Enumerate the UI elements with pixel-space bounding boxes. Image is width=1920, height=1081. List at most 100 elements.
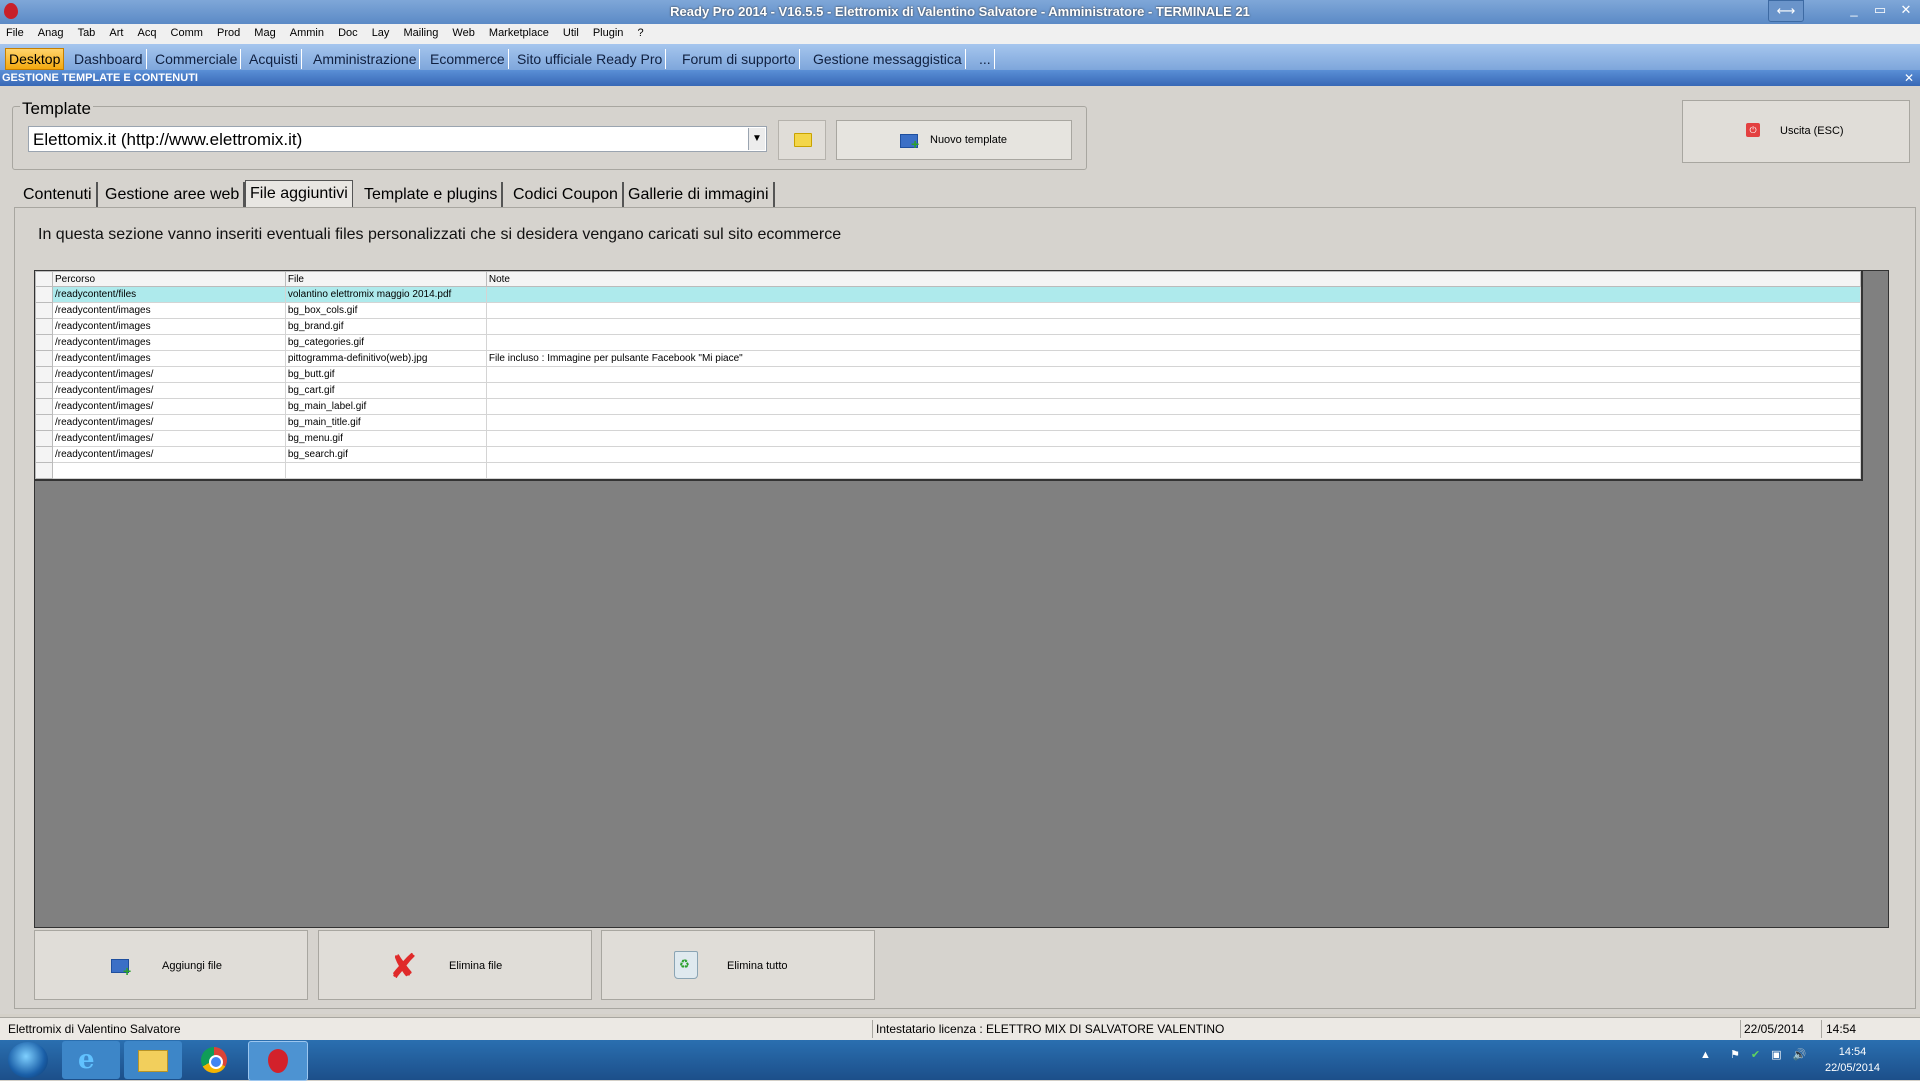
column-header-note[interactable]: Note <box>485 271 1862 287</box>
red-x-icon: ✘ <box>389 948 418 986</box>
section-close-icon[interactable]: ✕ <box>1904 70 1914 86</box>
navtab-acquisti[interactable]: Acquisti <box>246 49 303 69</box>
table-row[interactable]: /readycontent/images/bg_search.gif <box>35 446 1862 463</box>
navtab-forum[interactable]: Forum di supporto <box>679 49 800 69</box>
menu-lay[interactable]: Lay <box>366 24 395 39</box>
power-icon: ⏻ <box>1746 123 1760 137</box>
status-bar: Elettromix di Valentino Salvatore Intest… <box>0 1017 1920 1040</box>
files-grid[interactable]: Percorso File Note /readycontent/files vo… <box>35 271 1863 481</box>
navtab-messaggistica[interactable]: Gestione messaggistica <box>810 49 966 69</box>
add-file-button[interactable]: + Aggiungi file <box>34 930 308 1000</box>
tab-template-plugins[interactable]: Template e plugins <box>360 182 504 208</box>
info-text: In questa sezione vanno inseriti eventua… <box>38 226 842 243</box>
status-time: 14:54 <box>1826 1022 1857 1036</box>
menu-util[interactable]: Util <box>557 24 584 39</box>
clock[interactable]: 14:54 22/05/2014 <box>1825 1044 1880 1076</box>
column-header-percorso[interactable]: Percorso <box>51 271 286 287</box>
menu-tab[interactable]: Tab <box>72 24 101 39</box>
minimize-button[interactable]: _ <box>1842 0 1866 20</box>
menu-prod[interactable]: Prod <box>211 24 245 39</box>
tab-codici-coupon[interactable]: Codici Coupon <box>509 182 624 208</box>
table-row[interactable]: /readycontent/images/bg_butt.gif <box>35 366 1862 383</box>
navtab-more[interactable]: ... <box>976 49 995 69</box>
template-select-value: Elettomix.it (http://www.elettromix.it) <box>33 130 303 149</box>
table-row[interactable]: /readycontent/images/bg_main_title.gif <box>35 414 1862 431</box>
navtab-desktop[interactable]: Desktop <box>5 48 65 70</box>
nav-tab-bar: Desktop Dashboard Commerciale Acquisti A… <box>0 44 1920 70</box>
status-license: Intestatario licenza : ELETTRO MIX DI SA… <box>876 1022 1225 1036</box>
network-icon[interactable]: ▣ <box>1771 1049 1781 1061</box>
explorer-taskbar-icon[interactable] <box>124 1041 182 1079</box>
start-button[interactable] <box>8 1042 48 1078</box>
menu-web[interactable]: Web <box>446 24 479 39</box>
menu-marketplace[interactable]: Marketplace <box>483 24 554 39</box>
navtab-sito-ufficiale[interactable]: Sito ufficiale Ready Pro <box>514 49 667 69</box>
template-label: Template <box>20 99 93 119</box>
navtab-amministrazione[interactable]: Amministrazione <box>310 49 421 69</box>
table-row[interactable]: /readycontent/images pittogramma-definiti… <box>35 350 1862 367</box>
chrome-taskbar-icon[interactable] <box>186 1041 244 1079</box>
navtab-ecommerce[interactable]: Ecommerce <box>427 49 509 69</box>
table-row[interactable]: /readycontent/images/bg_cart.gif <box>35 382 1862 399</box>
template-select[interactable]: Elettomix.it (http://www.elettromix.it) … <box>28 126 767 152</box>
menu-help[interactable]: ? <box>631 24 648 39</box>
column-header-file[interactable]: File <box>284 271 487 287</box>
status-company: Elettromix di Valentino Salvatore <box>8 1022 181 1036</box>
open-folder-button[interactable] <box>778 120 826 160</box>
exit-button[interactable]: ⏻ Uscita (ESC) <box>1682 100 1910 163</box>
delete-all-label: Elimina tutto <box>727 960 788 972</box>
close-window-button[interactable]: ✕ <box>1894 0 1918 20</box>
delete-file-label: Elimina file <box>449 960 503 972</box>
table-row[interactable]: /readycontent/images bg_box_cols.gif <box>35 302 1862 319</box>
tab-gestione-aree-web[interactable]: Gestione aree web <box>101 182 246 208</box>
menu-doc[interactable]: Doc <box>332 24 363 39</box>
table-row[interactable]: /readycontent/images bg_categories.gif <box>35 334 1862 351</box>
check-icon[interactable]: ✔ <box>1751 1049 1760 1061</box>
system-tray[interactable]: ▲ ⚑ ✔ ▣ 🔊 <box>1700 1048 1806 1061</box>
tab-gallerie-immagini[interactable]: Gallerie di immagini <box>624 182 775 208</box>
table-row[interactable]: /readycontent/files volantino elettromix … <box>35 286 1862 303</box>
show-hidden-icons[interactable]: ▲ <box>1700 1049 1711 1061</box>
navtab-dashboard[interactable]: Dashboard <box>71 49 147 69</box>
row-header-corner <box>35 271 53 287</box>
table-row[interactable]: /readycontent/images bg_brand.gif <box>35 318 1862 335</box>
menu-ammin[interactable]: Ammin <box>284 24 329 39</box>
status-date: 22/05/2014 <box>1744 1022 1805 1036</box>
menu-plugin[interactable]: Plugin <box>587 24 629 39</box>
window-title: Ready Pro 2014 - V16.5.5 - Elettromix di… <box>670 4 1250 19</box>
new-template-label: Nuovo template <box>930 134 1008 146</box>
delete-all-button[interactable]: ♻ Elimina tutto <box>601 930 875 1000</box>
menu-mailing[interactable]: Mailing <box>398 24 444 39</box>
recycle-bin-icon: ♻ <box>674 951 698 979</box>
navtab-commerciale[interactable]: Commerciale <box>152 49 242 69</box>
folder-icon <box>794 133 812 147</box>
section-title: GESTIONE TEMPLATE E CONTENUTI <box>2 72 198 84</box>
menu-mag[interactable]: Mag <box>248 24 280 39</box>
chevron-down-icon[interactable]: ▼ <box>748 128 765 150</box>
menu-acq[interactable]: Acq <box>132 24 162 39</box>
ie-taskbar-icon[interactable]: e <box>62 1041 120 1079</box>
files-grid-area: Percorso File Note /readycontent/files vo… <box>34 270 1889 928</box>
taskbar: e ▲ ⚑ ✔ ▣ 🔊 14:54 22/05/2014 <box>0 1040 1920 1081</box>
menu-bar: File Anag Tab Art Acq Comm Prod Mag Ammi… <box>0 24 1920 44</box>
readypro-taskbar-icon[interactable] <box>248 1041 308 1081</box>
add-file-label: Aggiungi file <box>162 960 222 972</box>
tab-contenuti[interactable]: Contenuti <box>19 182 98 208</box>
clock-time: 14:54 <box>1838 1046 1867 1058</box>
new-template-button[interactable]: + Nuovo template <box>836 120 1072 160</box>
volume-icon[interactable]: 🔊 <box>1793 1049 1807 1061</box>
table-row[interactable]: /readycontent/images/bg_main_label.gif <box>35 398 1862 415</box>
table-row[interactable]: /readycontent/images/bg_menu.gif <box>35 430 1862 447</box>
delete-file-button[interactable]: ✘ Elimina file <box>318 930 592 1000</box>
table-row-new[interactable] <box>35 462 1862 479</box>
flag-icon[interactable]: ⚑ <box>1730 1049 1740 1061</box>
title-bar: Ready Pro 2014 - V16.5.5 - Elettromix di… <box>0 0 1920 24</box>
resize-button[interactable]: ⟷ <box>1768 0 1804 22</box>
section-header: GESTIONE TEMPLATE E CONTENUTI ✕ <box>0 70 1920 86</box>
tab-file-aggiuntivi[interactable]: File aggiuntivi <box>245 180 353 207</box>
menu-comm[interactable]: Comm <box>165 24 208 39</box>
menu-anag[interactable]: Anag <box>32 24 69 39</box>
menu-file[interactable]: File <box>0 24 29 39</box>
menu-art[interactable]: Art <box>103 24 128 39</box>
maximize-button[interactable]: ▭ <box>1868 0 1892 20</box>
